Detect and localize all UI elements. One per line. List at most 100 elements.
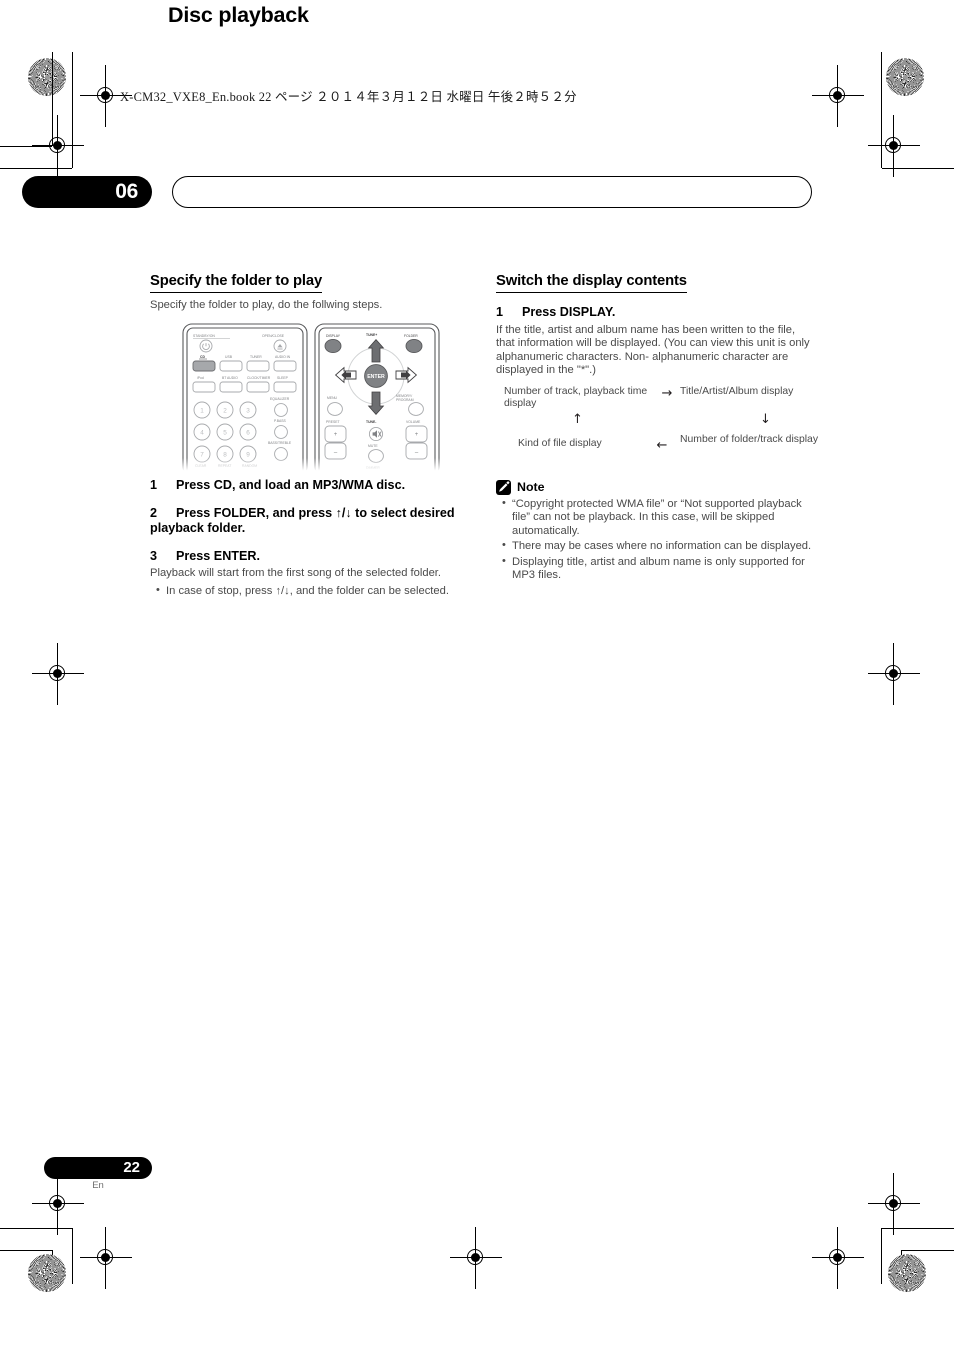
crop-mark-line bbox=[0, 1250, 52, 1252]
crop-mark-line bbox=[881, 1228, 883, 1284]
svg-text:SLEEP: SLEEP bbox=[277, 376, 289, 380]
step-1-number: 1 bbox=[150, 478, 158, 492]
registration-target-bottom-center bbox=[450, 1227, 502, 1289]
svg-text:6: 6 bbox=[246, 429, 250, 436]
cycle-arrow-up: ↑ bbox=[572, 411, 583, 427]
chapter-title-pill bbox=[172, 176, 812, 208]
page-language-code: En bbox=[92, 1180, 104, 1191]
crop-mark-line bbox=[72, 1228, 74, 1284]
svg-text:BT AUDIO: BT AUDIO bbox=[222, 376, 238, 380]
left-column-steps: 1 Press CD, and load an MP3/WMA disc. 2 Pr… bbox=[150, 478, 470, 600]
registration-starburst-bottom-right bbox=[888, 1254, 926, 1292]
svg-text:FOLDER: FOLDER bbox=[404, 334, 418, 338]
registration-target-left-middle bbox=[32, 643, 84, 705]
display-step-1-number: 1 bbox=[496, 305, 504, 319]
svg-text:9: 9 bbox=[246, 451, 250, 458]
svg-text:1: 1 bbox=[200, 407, 204, 414]
pencil-icon bbox=[496, 479, 511, 495]
cycle-arrow-right-top: → bbox=[661, 385, 673, 401]
note-header: Note bbox=[496, 479, 816, 495]
remote-left-panel: STANDBY/ON OPEN/CLOSE CD USB TUNER AUDIO… bbox=[182, 323, 308, 474]
svg-text:DISPLAY: DISPLAY bbox=[326, 334, 341, 338]
chapter-banner: 06 bbox=[22, 176, 812, 208]
crop-mark-line bbox=[0, 1228, 72, 1230]
svg-text:MUTE: MUTE bbox=[368, 444, 378, 448]
svg-text:2: 2 bbox=[223, 407, 227, 414]
svg-text:CD: CD bbox=[200, 355, 205, 359]
registration-starburst-top-left bbox=[28, 58, 66, 96]
crop-mark-line bbox=[882, 1228, 954, 1230]
page-title: Disc playback bbox=[168, 3, 309, 27]
cycle-arrow-down: ↓ bbox=[760, 411, 771, 427]
crop-mark-line bbox=[881, 52, 883, 168]
display-step-1-text: Press DISPLAY. bbox=[522, 305, 616, 319]
svg-text:EQUALIZER: EQUALIZER bbox=[270, 397, 290, 401]
list-item: Displaying title, artist and album name … bbox=[502, 555, 816, 583]
svg-text:iPod: iPod bbox=[197, 376, 204, 380]
registration-target-bottom-left bbox=[80, 1227, 132, 1289]
registration-target-left-lower bbox=[32, 1173, 84, 1235]
step-3-text: Press ENTER. bbox=[176, 548, 260, 563]
svg-text:PROGRAM: PROGRAM bbox=[396, 398, 414, 402]
section-heading-specify-folder: Specify the folder to play bbox=[150, 272, 322, 293]
crop-mark-line bbox=[0, 168, 72, 170]
right-column: Switch the display contents 1 Press DISPL… bbox=[496, 272, 818, 584]
display-cycle-diagram: Number of track, playback time display →… bbox=[496, 386, 818, 476]
display-step-1: 1 Press DISPLAY. bbox=[496, 305, 816, 321]
svg-text:4: 4 bbox=[200, 429, 204, 436]
svg-text:TUNE+: TUNE+ bbox=[366, 333, 377, 337]
svg-text:7: 7 bbox=[200, 451, 204, 458]
svg-text:TUNE-: TUNE- bbox=[366, 420, 376, 424]
svg-text:CLEAR: CLEAR bbox=[195, 464, 207, 468]
note-label: Note bbox=[517, 480, 545, 495]
svg-text:OPEN/CLOSE: OPEN/CLOSE bbox=[262, 334, 285, 338]
svg-text:+: + bbox=[415, 432, 419, 438]
cycle-item-track-time: Number of track, playback time display bbox=[504, 385, 648, 410]
remote-right-panel: DISPLAY TUNE+ FOLDER ENTER MENU MEMORY/ … bbox=[314, 323, 440, 474]
step-2-number: 2 bbox=[150, 505, 158, 520]
step-2-text: Press FOLDER, and press ↑/↓ to select de… bbox=[150, 505, 455, 536]
svg-text:TUNER: TUNER bbox=[250, 355, 262, 359]
step-3-description: Playback will start from the first song … bbox=[150, 567, 442, 579]
step-1: 1 Press CD, and load an MP3/WMA disc. bbox=[150, 478, 470, 494]
svg-text:USB: USB bbox=[225, 355, 233, 359]
registration-target-right-middle bbox=[868, 643, 920, 705]
list-item: There may be cases where no information … bbox=[502, 539, 816, 553]
crop-mark-line bbox=[902, 1250, 954, 1252]
registration-target-left-upper bbox=[32, 115, 84, 177]
display-step-1-description: If the title, artist and album name has … bbox=[496, 323, 810, 377]
svg-text:CLOCK/TIMER: CLOCK/TIMER bbox=[247, 376, 271, 380]
svg-text:STANDBY/ON: STANDBY/ON bbox=[193, 334, 215, 338]
registration-starburst-top-right bbox=[886, 58, 924, 96]
step-3: 3 Press ENTER. bbox=[150, 549, 470, 565]
cycle-item-folder-track: Number of folder/track display bbox=[680, 433, 819, 445]
svg-text:DIMMER: DIMMER bbox=[366, 466, 380, 470]
chapter-number: 06 bbox=[22, 176, 152, 208]
registration-target-bottom-right bbox=[812, 1227, 864, 1289]
svg-text:+: + bbox=[334, 432, 338, 438]
step-3-bullet-list: In case of stop, press ↑/↓, and the fold… bbox=[150, 584, 470, 598]
book-file-header: X-CM32_VXE8_En.book 22 ページ ２０１４年３月１２日 水曜… bbox=[120, 90, 577, 104]
cycle-item-file-kind: Kind of file display bbox=[518, 437, 602, 449]
cycle-arrow-left-bottom: ← bbox=[656, 437, 668, 453]
registration-target-right-lower bbox=[868, 1173, 920, 1235]
left-column: Specify the folder to play Specify the f… bbox=[150, 272, 470, 313]
section-heading-switch-display: Switch the display contents bbox=[496, 272, 687, 293]
svg-text:RANDOM: RANDOM bbox=[242, 464, 257, 468]
cycle-item-title-artist-album: Title/Artist/Album display bbox=[680, 385, 794, 397]
list-item: “Copyright protected WMA file” or “Not s… bbox=[502, 497, 816, 538]
svg-text:5: 5 bbox=[223, 429, 227, 436]
svg-text:ENTER: ENTER bbox=[367, 374, 385, 380]
svg-text:MENU: MENU bbox=[327, 396, 338, 400]
remote-control-illustration: .bdy { fill:#ffffff; stroke:#58595b; str… bbox=[180, 322, 442, 474]
svg-text:PRESET: PRESET bbox=[326, 420, 340, 424]
svg-text:8: 8 bbox=[223, 451, 227, 458]
svg-text:REPEAT: REPEAT bbox=[218, 464, 231, 468]
step-3-number: 3 bbox=[150, 548, 158, 563]
svg-text:AUDIO IN: AUDIO IN bbox=[275, 355, 291, 359]
note-list: “Copyright protected WMA file” or “Not s… bbox=[496, 497, 816, 583]
registration-starburst-bottom-left bbox=[28, 1254, 66, 1292]
svg-text:VOLUME: VOLUME bbox=[406, 420, 421, 424]
step-1-text: Press CD, and load an MP3/WMA disc. bbox=[176, 478, 406, 492]
svg-text:3: 3 bbox=[246, 407, 250, 414]
